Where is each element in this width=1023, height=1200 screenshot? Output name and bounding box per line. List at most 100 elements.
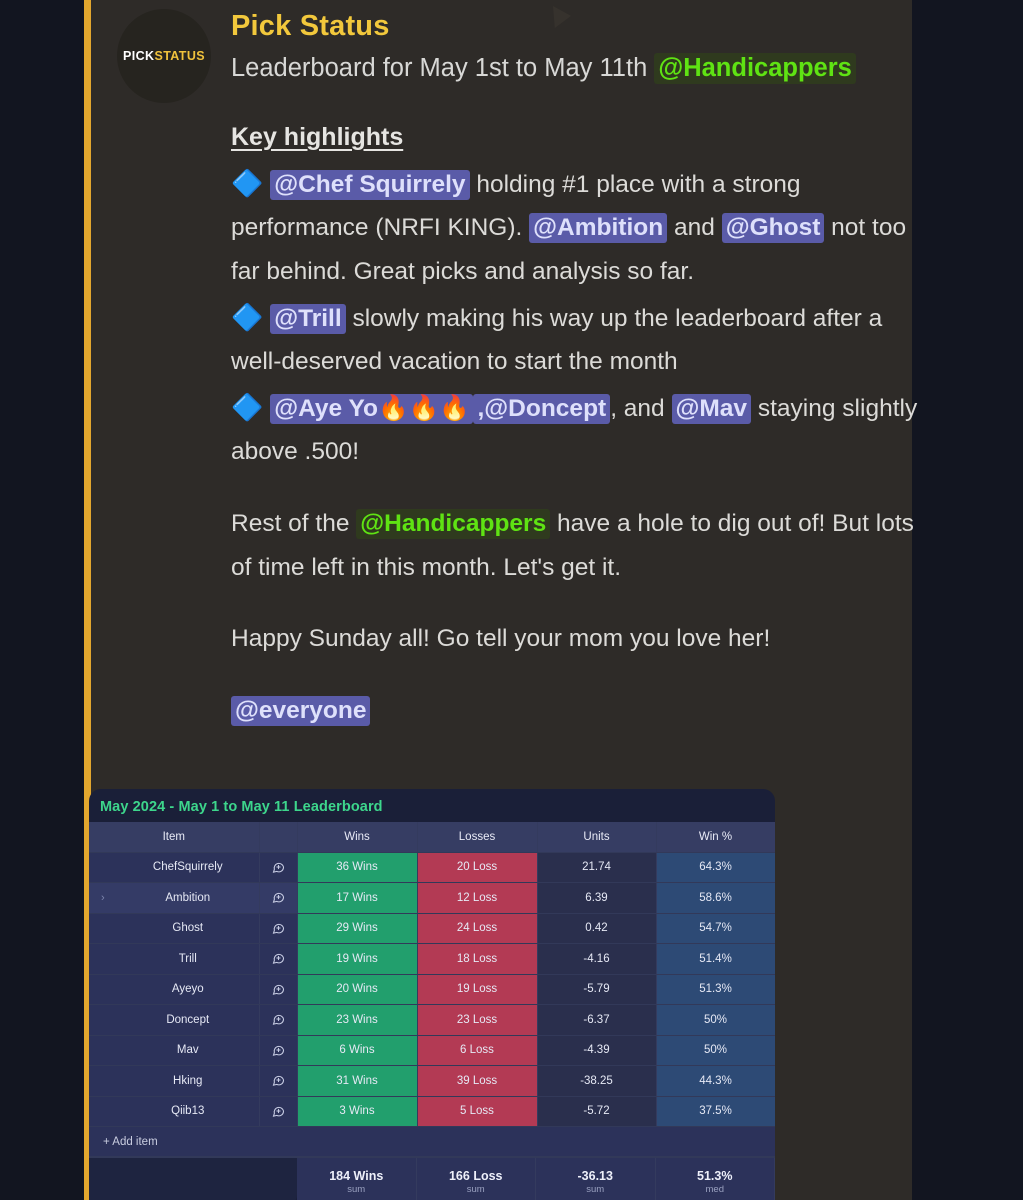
add-item-button[interactable]: + Add item bbox=[89, 1126, 775, 1157]
table-row[interactable]: Ayeyo 20 Wins 19 Loss -5.79 51.3% bbox=[89, 974, 775, 1005]
row-units: -38.25 bbox=[537, 1065, 657, 1097]
blue-diamond-icon-3: 🔷 bbox=[231, 391, 264, 422]
leaderboard-title: May 2024 - May 1 to May 11 Leaderboard bbox=[100, 799, 383, 815]
mention-ayeyo[interactable]: @Aye Yo🔥🔥🔥 bbox=[270, 393, 474, 424]
row-units: -6.37 bbox=[537, 1004, 657, 1036]
key-highlights-heading: Key highlights bbox=[231, 123, 404, 152]
row-wins: 20 Wins bbox=[297, 974, 418, 1005]
blue-diamond-icon-2: 🔷 bbox=[231, 301, 264, 332]
footer-cell-units: -36.13 sum bbox=[536, 1158, 656, 1200]
row-winpct: 64.3% bbox=[656, 852, 775, 883]
footer-cell-wins: 184 Wins sum bbox=[297, 1158, 417, 1200]
row-wins: 17 Wins bbox=[297, 882, 418, 914]
row-wins: 6 Wins bbox=[297, 1035, 418, 1066]
table-row[interactable]: Doncept 23 Wins 23 Loss -6.37 50% bbox=[89, 1004, 775, 1036]
footer-blank-cell bbox=[89, 1158, 297, 1200]
column-header-winpct[interactable]: Win % bbox=[656, 822, 775, 853]
row-item-name[interactable]: Trill bbox=[89, 943, 260, 975]
row-winpct: 54.7% bbox=[656, 913, 775, 944]
paragraph-rest: Rest of the @Handicappers have a hole to… bbox=[231, 502, 919, 589]
row-item-name[interactable]: Doncept bbox=[89, 1004, 260, 1036]
row-winpct: 51.3% bbox=[656, 974, 775, 1005]
footer-cell-losses: 166 Loss sum bbox=[416, 1158, 536, 1200]
row-comment-add-icon[interactable] bbox=[259, 974, 298, 1005]
row-losses: 5 Loss bbox=[417, 1096, 538, 1127]
row-units: -4.39 bbox=[537, 1035, 657, 1066]
row-losses: 23 Loss bbox=[417, 1004, 538, 1036]
column-header-icon[interactable] bbox=[259, 822, 298, 853]
chevron-right-icon[interactable]: › bbox=[101, 892, 105, 904]
mention-ghost[interactable]: @Ghost bbox=[721, 213, 825, 244]
row-units: -5.79 bbox=[537, 974, 657, 1005]
mention-handicappers-body[interactable]: @Handicappers bbox=[356, 509, 551, 540]
table-row[interactable]: Ghost 29 Wins 24 Loss 0.42 54.7% bbox=[89, 913, 775, 944]
row-losses: 12 Loss bbox=[417, 882, 538, 914]
row-item-name[interactable]: Ayeyo bbox=[89, 974, 260, 1005]
avatar-logo-pick: PICK bbox=[122, 49, 155, 63]
row-wins: 36 Wins bbox=[297, 852, 418, 883]
key-highlights-section: Key highlights 🔷 @Chef Squirrely holding… bbox=[231, 115, 919, 474]
mention-trill[interactable]: @Trill bbox=[270, 303, 346, 334]
highlight-1-mid: and bbox=[667, 214, 722, 242]
row-units: 0.42 bbox=[537, 913, 657, 944]
table-row[interactable]: Trill 19 Wins 18 Loss -4.16 51.4% bbox=[89, 943, 775, 975]
column-header-item[interactable]: Item bbox=[89, 822, 260, 853]
mention-ambition[interactable]: @Ambition bbox=[529, 213, 668, 244]
footer-losses-value: 166 Loss bbox=[448, 1168, 503, 1183]
mention-doncept[interactable]: @Doncept bbox=[484, 395, 606, 422]
table-header-row: Item Wins Losses Units Win % bbox=[89, 822, 775, 853]
table-row[interactable]: Qiib13 3 Wins 5 Loss -5.72 37.5% bbox=[89, 1096, 775, 1127]
row-item-name[interactable]: Ghost bbox=[89, 913, 260, 944]
row-comment-add-icon[interactable] bbox=[259, 1096, 298, 1127]
mention-mav[interactable]: @Mav bbox=[671, 393, 752, 424]
footer-cell-winpct: 51.3% med bbox=[655, 1158, 775, 1200]
avatar-logo-status: STATUS bbox=[154, 49, 205, 63]
row-units: 21.74 bbox=[537, 852, 657, 883]
row-item-name[interactable]: › Ambition bbox=[89, 882, 260, 914]
footer-winpct-value: 51.3% bbox=[697, 1168, 733, 1183]
everyone-line: @everyone bbox=[231, 689, 919, 733]
row-wins: 19 Wins bbox=[297, 943, 418, 975]
subtitle-text: Leaderboard for May 1st to May 11th bbox=[231, 54, 655, 83]
row-units: 6.39 bbox=[537, 882, 657, 914]
row-wins: 23 Wins bbox=[297, 1004, 418, 1036]
paragraph-sunday: Happy Sunday all! Go tell your mom you l… bbox=[231, 625, 771, 653]
table-row[interactable]: ChefSquirrely 36 Wins 20 Loss 21.74 64.3% bbox=[89, 852, 775, 883]
message-body: Pick Status Leaderboard for May 1st to M… bbox=[231, 8, 919, 733]
mention-doncept-group[interactable]: ,@Doncept bbox=[473, 393, 611, 424]
mention-handicappers-header[interactable]: @Handicappers bbox=[654, 53, 856, 85]
row-losses: 39 Loss bbox=[417, 1065, 538, 1097]
message-author: Pick Status bbox=[231, 10, 390, 42]
row-units: -5.72 bbox=[537, 1096, 657, 1127]
row-item-name[interactable]: Qiib13 bbox=[89, 1096, 260, 1127]
avatar[interactable]: PICKSTATUS bbox=[117, 9, 211, 103]
footer-wins-value: 184 Wins bbox=[329, 1168, 384, 1183]
add-item-row[interactable]: + Add item bbox=[89, 1126, 775, 1157]
message-subtitle: Leaderboard for May 1st to May 11th @Han… bbox=[231, 50, 919, 87]
blue-diamond-icon-1: 🔷 bbox=[231, 167, 264, 198]
row-comment-add-icon[interactable] bbox=[259, 882, 298, 914]
leaderboard-table: Item Wins Losses Units Win % ChefSquirre… bbox=[89, 822, 775, 1157]
mention-everyone[interactable]: @everyone bbox=[231, 695, 371, 726]
column-header-units[interactable]: Units bbox=[537, 822, 657, 853]
row-item-name[interactable]: ChefSquirrely bbox=[89, 852, 260, 883]
row-comment-add-icon[interactable] bbox=[259, 943, 298, 975]
row-comment-add-icon[interactable] bbox=[259, 1004, 298, 1036]
mention-chef-squirrely[interactable]: @Chef Squirrely bbox=[270, 169, 470, 200]
row-comment-add-icon[interactable] bbox=[259, 1065, 298, 1097]
row-item-name[interactable]: Hking bbox=[89, 1065, 260, 1097]
row-comment-add-icon[interactable] bbox=[259, 1035, 298, 1066]
footer-losses-kind: sum bbox=[466, 1183, 485, 1195]
table-row[interactable]: Mav 6 Wins 6 Loss -4.39 50% bbox=[89, 1035, 775, 1066]
table-row[interactable]: › Ambition 17 Wins 12 Loss 6.39 58.6% bbox=[89, 882, 775, 914]
row-comment-add-icon[interactable] bbox=[259, 852, 298, 883]
row-losses: 24 Loss bbox=[417, 913, 538, 944]
table-row[interactable]: Hking 31 Wins 39 Loss -38.25 44.3% bbox=[89, 1065, 775, 1097]
column-header-losses[interactable]: Losses bbox=[417, 822, 538, 853]
row-losses: 6 Loss bbox=[417, 1035, 538, 1066]
column-header-wins[interactable]: Wins bbox=[297, 822, 418, 853]
row-item-name[interactable]: Mav bbox=[89, 1035, 260, 1066]
row-losses: 19 Loss bbox=[417, 974, 538, 1005]
footer-winpct-kind: med bbox=[705, 1183, 724, 1195]
row-comment-add-icon[interactable] bbox=[259, 913, 298, 944]
